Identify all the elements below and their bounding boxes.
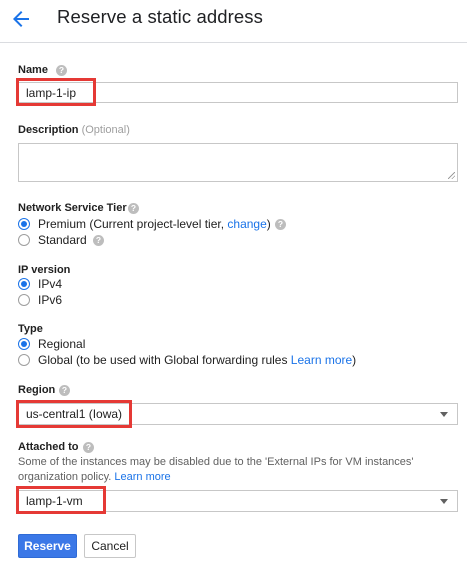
attached-label: Attached to (18, 441, 79, 453)
radio-unselected-icon[interactable] (18, 294, 30, 306)
arrow-back-icon[interactable] (9, 7, 33, 31)
help-icon[interactable]: ? (128, 203, 139, 214)
description-label: Description (Optional) (18, 124, 130, 136)
help-icon[interactable]: ? (83, 442, 94, 453)
change-tier-link[interactable]: change (227, 217, 266, 231)
attached-select[interactable]: lamp-1-vm (18, 490, 458, 512)
region-value: us-central1 (Iowa) (26, 407, 123, 421)
attached-note-line2: organization policy. Learn more (18, 471, 171, 483)
attached-note: Some of the instances may be disabled du… (18, 456, 414, 468)
radio-selected-icon[interactable] (18, 218, 30, 230)
name-field[interactable]: lamp-1-ip (18, 82, 458, 103)
ip-version-label: IP version (18, 264, 71, 276)
help-icon[interactable]: ? (59, 385, 70, 396)
radio-unselected-icon[interactable] (18, 354, 30, 366)
description-field[interactable] (18, 143, 458, 182)
cancel-button[interactable]: Cancel (84, 534, 136, 558)
help-icon[interactable]: ? (93, 235, 104, 246)
caret-down-icon (440, 412, 448, 417)
help-icon[interactable]: ? (275, 219, 286, 230)
radio-unselected-icon[interactable] (18, 234, 30, 246)
learn-more-link[interactable]: Learn more (291, 353, 352, 367)
help-icon[interactable]: ? (56, 65, 67, 76)
attached-value: lamp-1-vm (26, 494, 83, 508)
type-label: Type (18, 323, 43, 335)
reserve-button[interactable]: Reserve (18, 534, 77, 558)
resize-handle-icon[interactable] (448, 172, 455, 179)
name-value: lamp-1-ip (26, 86, 77, 100)
region-select[interactable]: us-central1 (Iowa) (18, 403, 458, 425)
region-label: Region (18, 384, 56, 396)
name-label: Name (18, 64, 48, 76)
caret-down-icon (440, 499, 448, 504)
page-header: Reserve a static address (0, 0, 467, 43)
page-title: Reserve a static address (57, 6, 263, 27)
learn-more-link[interactable]: Learn more (114, 471, 170, 483)
radio-selected-icon[interactable] (18, 338, 30, 350)
radio-selected-icon[interactable] (18, 278, 30, 290)
tier-label: Network Service Tier (18, 202, 127, 214)
optional-hint: (Optional) (81, 124, 130, 136)
